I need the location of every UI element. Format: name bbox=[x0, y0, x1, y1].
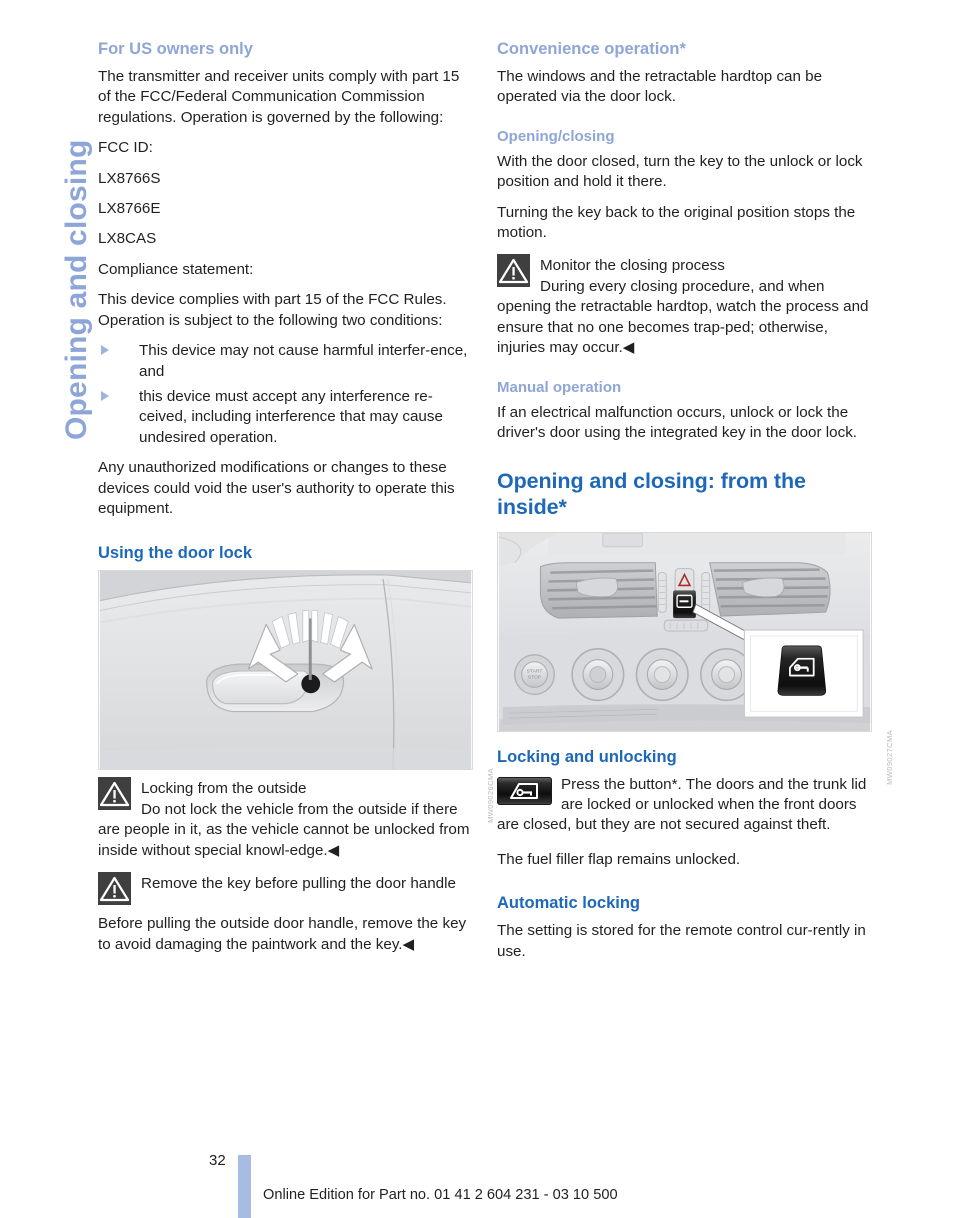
figure-door-handle: MW09026CMA bbox=[98, 570, 495, 823]
list-item-label: This device may not cause harmful interf… bbox=[139, 342, 468, 380]
page-number: 32 bbox=[209, 1152, 226, 1169]
footer-accent-bar bbox=[238, 1155, 251, 1218]
warning-title: Remove the key before pulling the door h… bbox=[141, 875, 456, 893]
figure-door-handle-image bbox=[98, 570, 473, 771]
instruction-body: The doors and the trunk lid are locked o… bbox=[497, 775, 867, 834]
paragraph-fuel-filler-flap: The fuel filler flap remains unlocked. bbox=[497, 850, 741, 868]
paragraph-fcc-id-label: FCC ID: bbox=[98, 139, 153, 157]
warning-locking-from-outside: Locking from the outside Do not lock the… bbox=[98, 776, 473, 861]
paragraph-before-pulling-handle: Before pulling the outside door handle, … bbox=[98, 915, 467, 953]
paragraph-device-complies: This device complies with part 15 of the… bbox=[98, 291, 447, 329]
warning-triangle-icon bbox=[98, 872, 131, 906]
chapter-tab-label: Opening and closing bbox=[60, 139, 93, 440]
warning-triangle-icon bbox=[497, 254, 530, 288]
heading-manual-operation: Manual operation bbox=[497, 378, 622, 396]
paragraph-unauthorized-modifications: Any unauthorized modifications or change… bbox=[98, 459, 455, 518]
paragraph-compliance-statement-label: Compliance statement: bbox=[98, 260, 254, 278]
figure-door-handle-code: MW09026CMA bbox=[486, 768, 495, 824]
fcc-conditions-list: This device may not cause harmful interf… bbox=[98, 341, 473, 448]
paragraph-windows-hardtop: The windows and the retractable hardtop … bbox=[497, 67, 823, 106]
paragraph-setting-stored: The setting is stored for the remote con… bbox=[497, 922, 866, 960]
right-column: Convenience operation* The windows and t… bbox=[497, 40, 894, 972]
paragraph-transmitter-compliance: The transmitter and receiver units compl… bbox=[98, 67, 460, 126]
bullet-triangle-icon bbox=[101, 391, 109, 402]
warning-body: Do not lock the vehicle from the outside… bbox=[98, 800, 470, 859]
heading-for-us-owners-only: For US owners only bbox=[98, 40, 253, 58]
warning-title: Monitor the closing process bbox=[540, 257, 725, 275]
paragraph-turning-key-back: Turning the key back to the original pos… bbox=[497, 203, 856, 241]
warning-monitor-closing-process: Monitor the closing process During every… bbox=[497, 253, 872, 358]
paragraph-manual-operation: If an electrical malfunction occurs, unl… bbox=[497, 403, 858, 442]
fcc-id-value-3: LX8CAS bbox=[98, 230, 157, 248]
instruction-title: Press the button*. bbox=[561, 775, 682, 793]
chapter-tab: Opening and closing bbox=[0, 0, 96, 470]
figure-center-console-code: MW09027CMA bbox=[885, 729, 894, 785]
heading-opening-closing: Opening/closing bbox=[497, 127, 615, 145]
warning-triangle-icon bbox=[98, 777, 131, 811]
instruction-press-the-button: Press the button*. The doors and the tru… bbox=[497, 775, 872, 836]
fcc-id-value-2: LX8766E bbox=[98, 199, 161, 217]
svg-text:START: START bbox=[527, 668, 543, 674]
paragraph-with-door-closed: With the door closed, turn the key to th… bbox=[497, 152, 863, 191]
door-lock-button-icon bbox=[497, 776, 552, 805]
figure-center-console: START STOP MW09027CMA bbox=[497, 531, 894, 785]
list-item: this device must accept any interference… bbox=[98, 387, 473, 448]
list-item-label: this device must accept any interference… bbox=[139, 388, 443, 446]
heading-automatic-locking: Automatic locking bbox=[497, 894, 641, 913]
svg-text:STOP: STOP bbox=[528, 674, 542, 680]
warning-body: During every closing procedure, and when… bbox=[497, 277, 869, 357]
left-column: For US owners only The transmitter and r… bbox=[98, 40, 495, 965]
figure-center-console-image: START STOP bbox=[497, 531, 872, 732]
bullet-triangle-icon bbox=[101, 345, 109, 356]
fcc-id-value-1: LX8766S bbox=[98, 169, 161, 187]
heading-locking-and-unlocking: Locking and unlocking bbox=[497, 747, 677, 766]
heading-using-the-door-lock: Using the door lock bbox=[98, 543, 253, 562]
list-item: This device may not cause harmful interf… bbox=[98, 341, 473, 382]
footer-edition-text: Online Edition for Part no. 01 41 2 604 … bbox=[263, 1187, 618, 1203]
heading-convenience-operation: Convenience operation* bbox=[497, 40, 686, 58]
warning-remove-key: Remove the key before pulling the door h… bbox=[98, 871, 473, 906]
page-title-opening-closing-inside: Opening and closing: from the inside* bbox=[497, 469, 806, 519]
page-footer: 32 Online Edition for Part no. 01 41 2 6… bbox=[0, 1143, 954, 1218]
warning-title: Locking from the outside bbox=[141, 780, 307, 798]
